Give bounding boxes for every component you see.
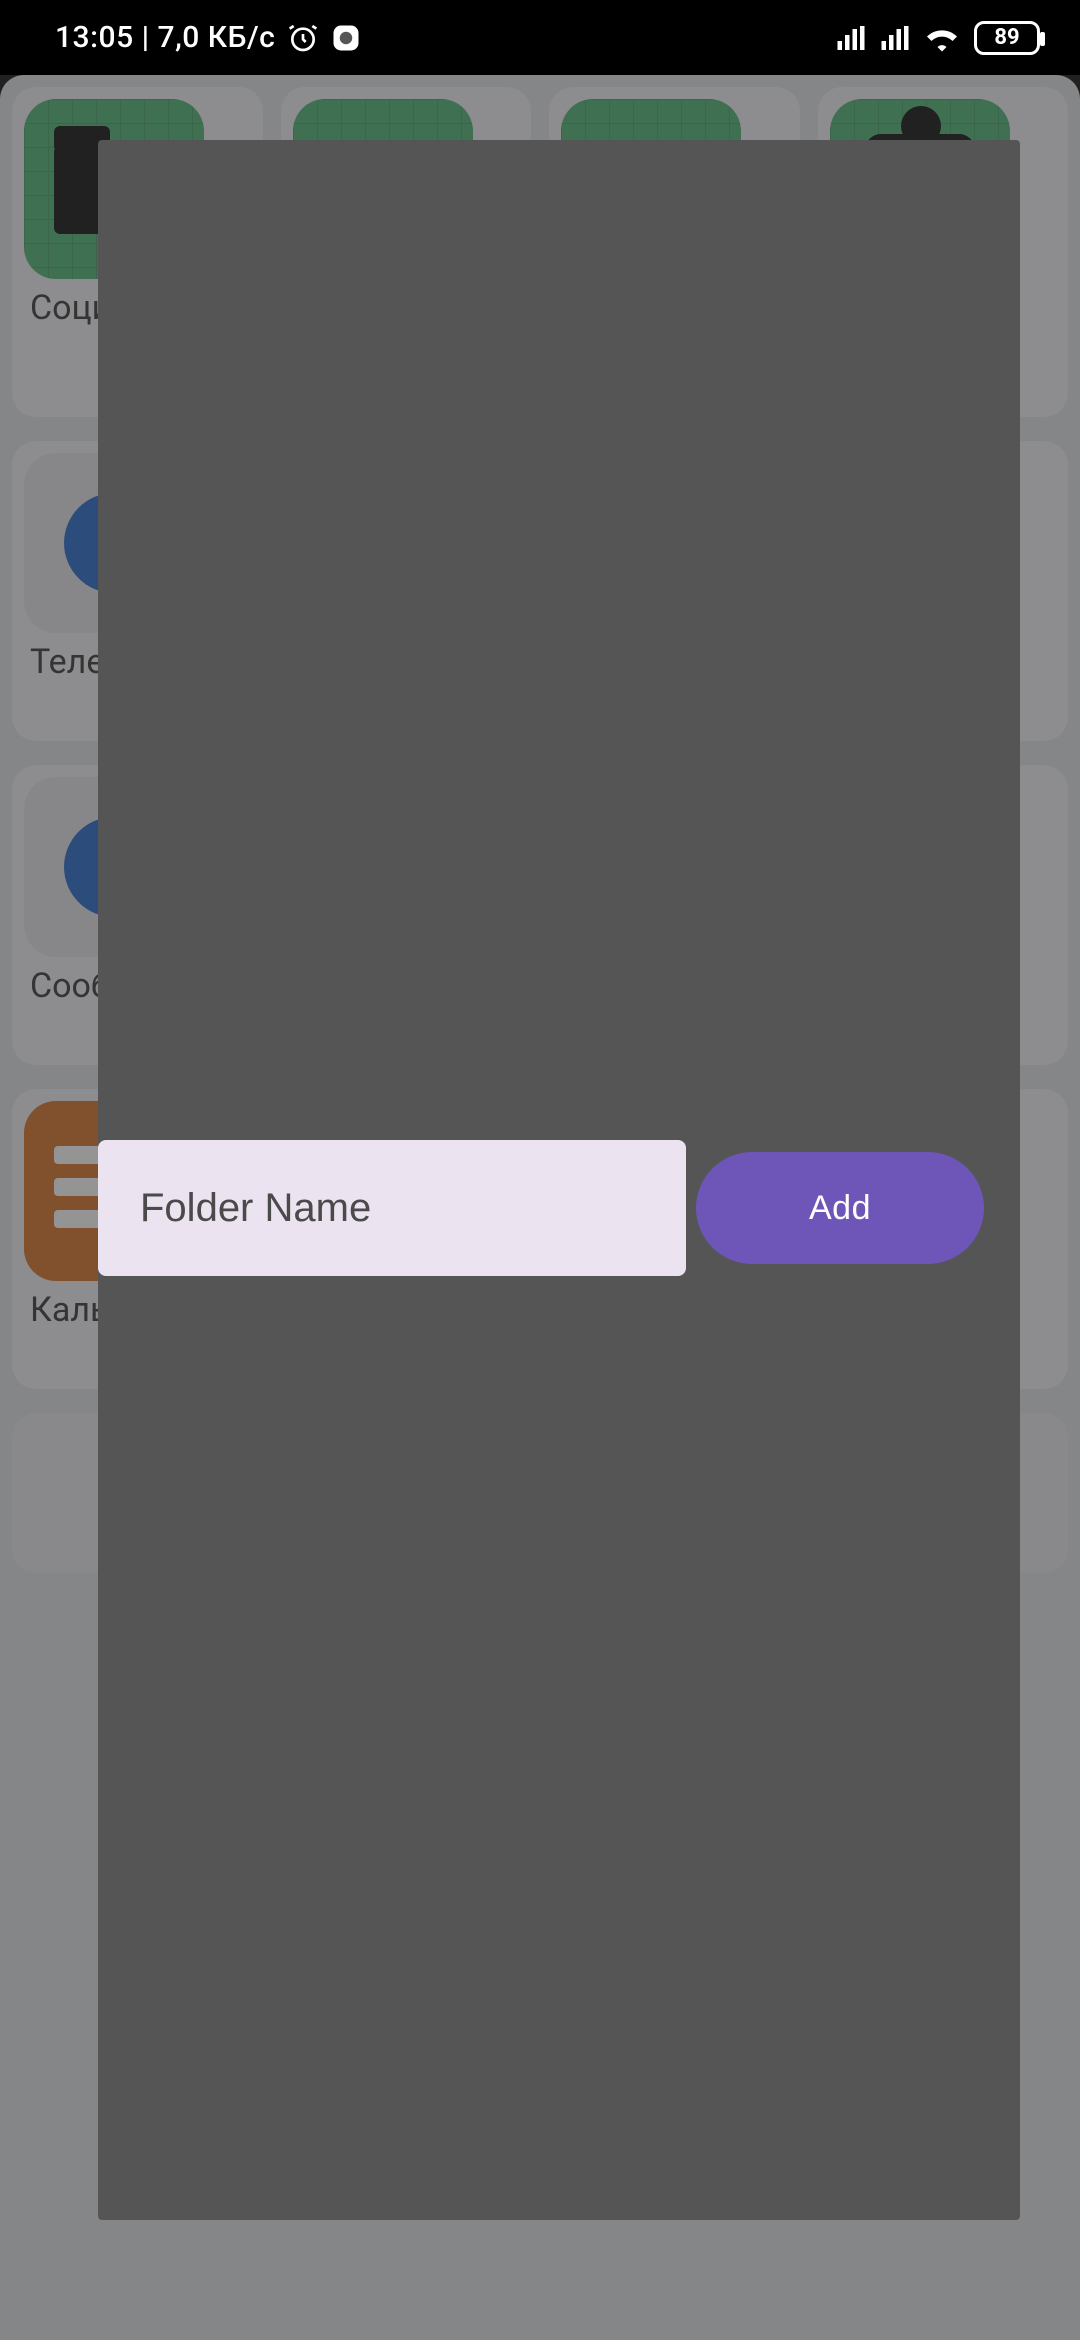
add-folder-dialog: Add <box>98 140 1020 2220</box>
net-speed-text: 7,0 КБ/с <box>158 20 276 55</box>
battery-pct: 89 <box>994 25 1019 50</box>
record-icon <box>331 23 361 53</box>
folder-name-input[interactable] <box>98 1140 686 1276</box>
wifi-icon <box>924 24 960 52</box>
separator: | <box>142 20 158 55</box>
dialog-input-row: Add <box>98 1140 984 1276</box>
status-right: 89 <box>836 21 1040 55</box>
alarm-icon <box>287 22 319 54</box>
status-bar: 13:05 | 7,0 КБ/с 89 <box>0 0 1080 75</box>
battery-icon: 89 <box>974 21 1040 55</box>
signal-icon <box>880 25 910 51</box>
status-time: 13:05 | 7,0 КБ/с <box>55 20 275 55</box>
signal-icon <box>836 25 866 51</box>
add-button[interactable]: Add <box>696 1152 984 1264</box>
clock-text: 13:05 <box>55 20 134 55</box>
status-left: 13:05 | 7,0 КБ/с <box>55 20 361 55</box>
